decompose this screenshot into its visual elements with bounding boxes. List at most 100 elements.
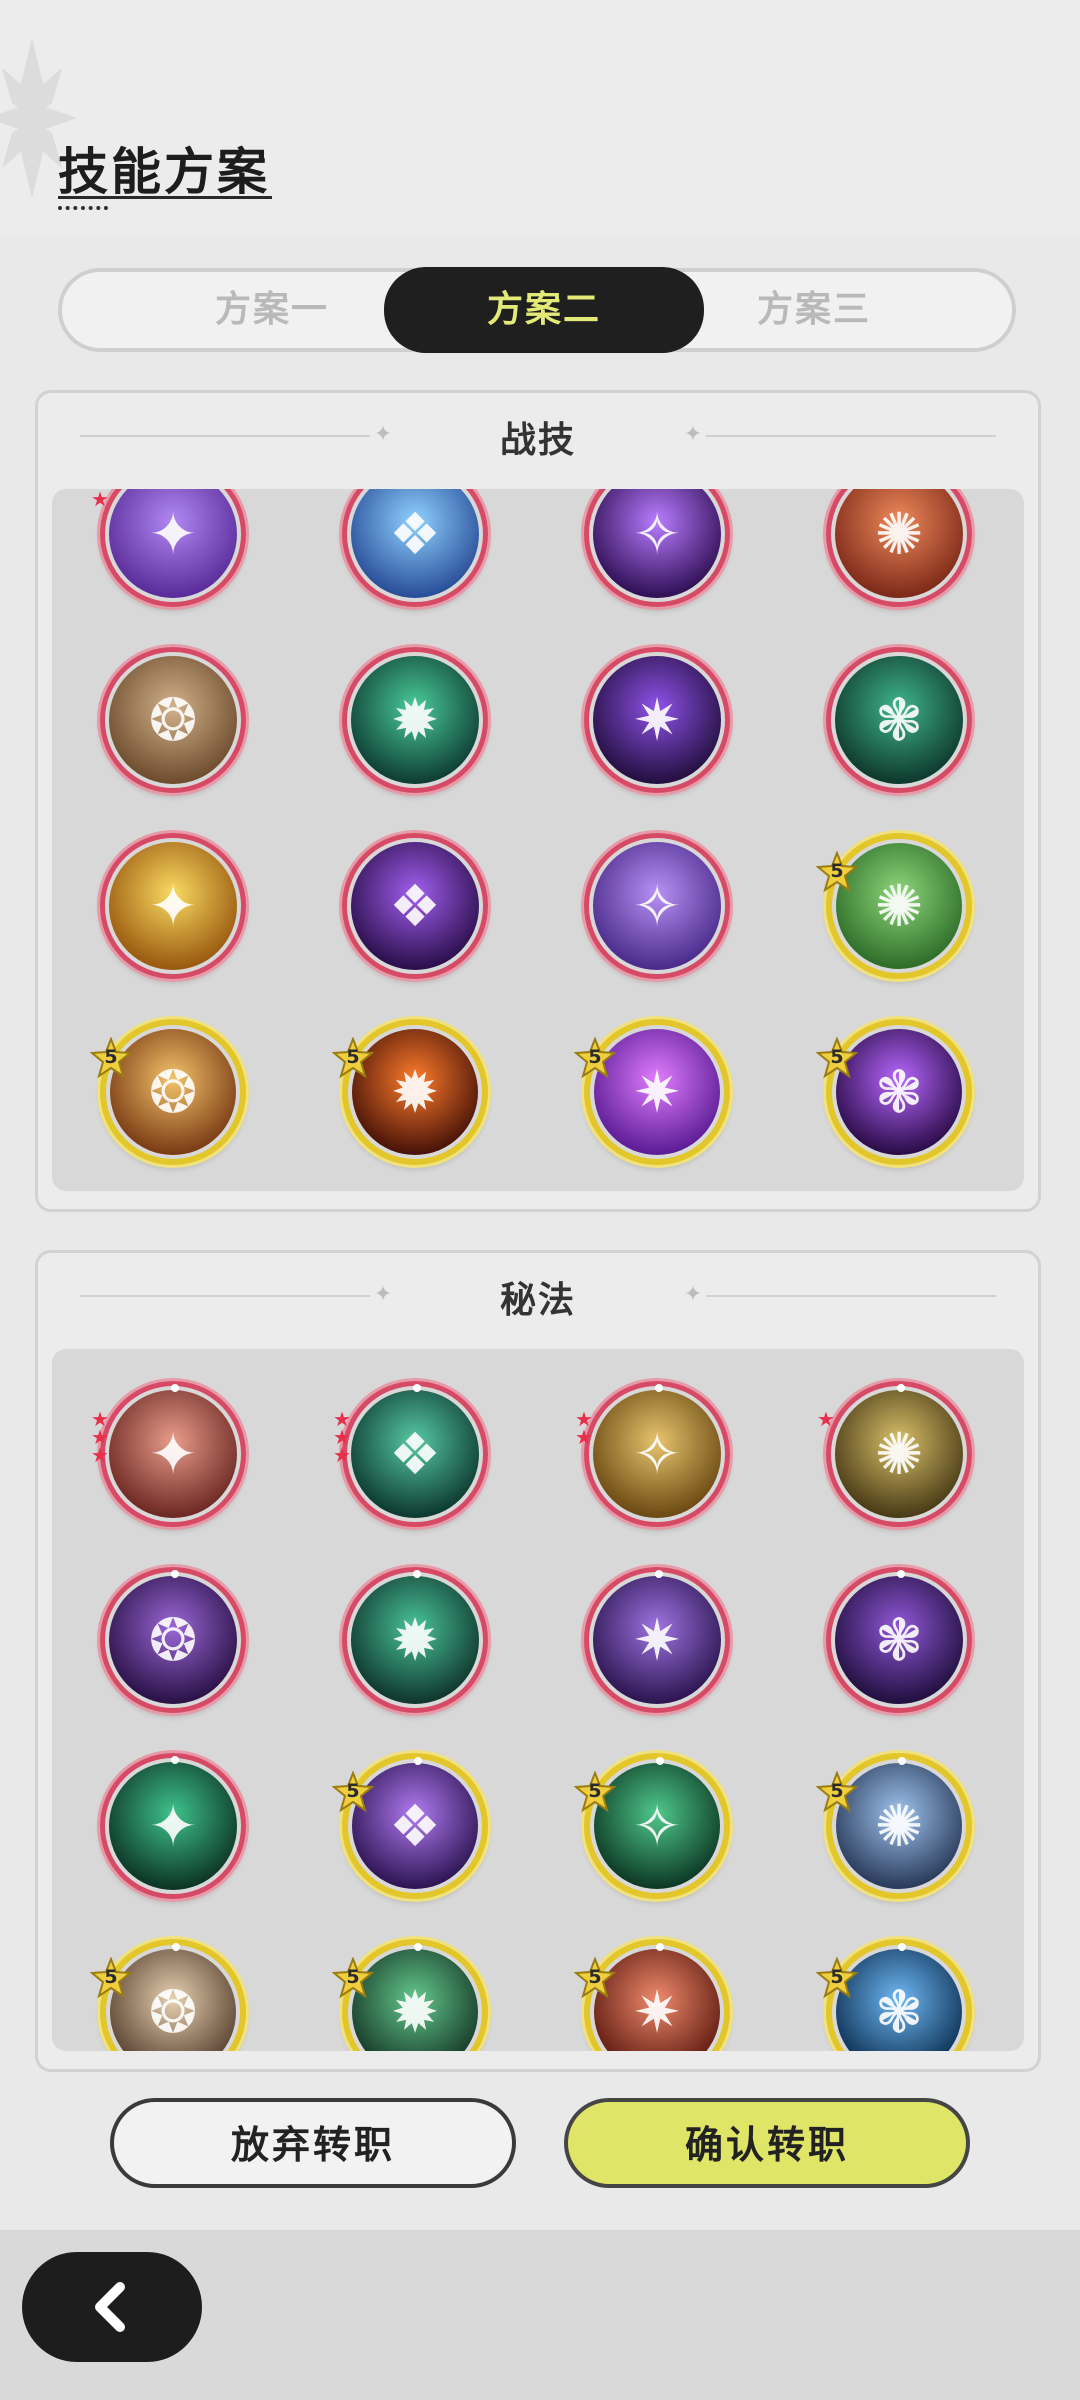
- back-button[interactable]: [22, 2252, 202, 2362]
- skill-slot[interactable]: ✹: [342, 647, 488, 793]
- abandon-job-change-button[interactable]: 放弃转职: [110, 2098, 516, 2188]
- frame-gem-icon: [172, 1943, 180, 1951]
- skill-slot[interactable]: ❂: [100, 647, 246, 793]
- arcane-sigil-icon: ✧: [593, 842, 721, 970]
- skill-slot[interactable]: ✺ 5: [815, 1753, 972, 1899]
- skill-slot[interactable]: ❖ ★ ★ ★: [333, 1381, 488, 1527]
- glyph-mark: ❖: [389, 1420, 441, 1488]
- crimson-wave-icon: ✦: [109, 1390, 237, 1518]
- skill-slot[interactable]: ✹ 5: [331, 1939, 488, 2051]
- star-rank-badge: 5: [815, 1770, 859, 1813]
- star-rank-number: 5: [346, 1966, 360, 1988]
- glyph-mark: ✦: [148, 872, 198, 940]
- frame-gem-icon: [413, 1570, 421, 1578]
- star-rank-badge: 5: [573, 1770, 617, 1813]
- ascend-figure-icon: ✷: [593, 1576, 721, 1704]
- fire-totem-icon: ✺: [835, 489, 963, 598]
- skill-slot[interactable]: ❂: [100, 1567, 246, 1713]
- skill-slot[interactable]: ❃: [826, 647, 972, 793]
- title-underline: [58, 196, 272, 199]
- skill-slot[interactable]: ❃ 5: [815, 1019, 972, 1165]
- skill-slot[interactable]: ✹ 5: [331, 1019, 488, 1165]
- star-rank-badge: 5: [815, 1956, 859, 1999]
- skill-slot[interactable]: ✦ ★ ★ ★: [91, 1381, 246, 1527]
- golden-cross-icon: ✦: [109, 842, 237, 970]
- glyph-mark: ✦: [148, 1420, 198, 1488]
- glyph-mark: ❂: [148, 686, 198, 754]
- skill-slot[interactable]: ✧ 5: [573, 1753, 730, 1899]
- glyph-mark: ❖: [389, 500, 441, 568]
- star-rank-number: 5: [588, 1966, 602, 1988]
- frame-gem-icon: [414, 1943, 422, 1951]
- sparkle-icon: ✦: [683, 422, 703, 447]
- frame-gem-icon: [414, 1757, 422, 1765]
- dark-eye-icon: ❖: [351, 842, 479, 970]
- frame-gem-icon: [171, 1756, 179, 1764]
- skill-slot[interactable]: ✧: [584, 489, 730, 607]
- frame-gem-icon: [897, 1570, 905, 1578]
- skill-slot[interactable]: ❖: [342, 489, 488, 607]
- panel-header: ✦ 秘法 ✦: [38, 1253, 1038, 1343]
- frame-gem-icon: [898, 1757, 906, 1765]
- skill-slot[interactable]: ✦ ★: [91, 489, 246, 607]
- skill-slot[interactable]: ❖: [342, 833, 488, 979]
- violet-mind-icon: ❂: [109, 1576, 237, 1704]
- star-rank-badge: 5: [331, 1956, 375, 1999]
- tab-plan-3[interactable]: 方案三: [654, 272, 974, 348]
- shadow-arm-icon: ❃: [835, 1576, 963, 1704]
- divider-line: [706, 435, 996, 437]
- void-vortex-icon: ✷: [593, 656, 721, 784]
- skill-slot[interactable]: ✷: [584, 647, 730, 793]
- skill-slot[interactable]: ❃ 5: [815, 1939, 972, 2051]
- star-rank-badge: 5: [815, 850, 859, 893]
- skill-slot[interactable]: ✺: [826, 489, 972, 607]
- combat-skill-grid[interactable]: ✦ ★ ❖ ✧ ✺ ❂ ✹ ✷ ❃ ✦ ❖ ✧ ✺ 5 ❂ 5 ✹ 5 ✷ 5 ❃ 5: [52, 489, 1024, 1191]
- skill-slot[interactable]: ✺ ★: [817, 1381, 972, 1527]
- skill-slot[interactable]: ✷ 5: [573, 1939, 730, 2051]
- star-rank-badge: 5: [573, 1956, 617, 1999]
- red-star-icon: ★: [91, 489, 109, 511]
- glyph-mark: ✷: [632, 686, 682, 754]
- skill-slot[interactable]: ❂ 5: [89, 1939, 246, 2051]
- frame-gem-icon: [898, 1943, 906, 1951]
- glyph-mark: ✦: [148, 500, 198, 568]
- upgrade-stars: ★ ★: [575, 1409, 599, 1449]
- skill-slot[interactable]: ❖ 5: [331, 1753, 488, 1899]
- plan-tab-bar: 方案一 方案二 方案三: [58, 267, 1016, 353]
- skill-slot[interactable]: ❂ 5: [89, 1019, 246, 1165]
- skill-slot[interactable]: ✷: [584, 1567, 730, 1713]
- skill-slot[interactable]: ✺ 5: [815, 833, 972, 979]
- skill-slot[interactable]: ✹: [342, 1567, 488, 1713]
- golden-prayer-icon: ✧: [593, 1390, 721, 1518]
- red-star-icon: ★: [91, 1443, 109, 1467]
- skill-slot[interactable]: ✧: [584, 833, 730, 979]
- red-star-icon: ★: [575, 1425, 593, 1449]
- star-rank-number: 5: [588, 1046, 602, 1068]
- arcane-skill-grid[interactable]: ✦ ★ ★ ★ ❖ ★ ★ ★ ✧ ★ ★ ✺ ★ ❂ ✹ ✷ ❃ ✦ ❖ 5 ✧ 5 ✺ 5 ❂ 5 ✹ 5 ✷ 5 ❃ 5: [52, 1349, 1024, 2051]
- glyph-mark: ✧: [632, 1420, 682, 1488]
- skill-slot[interactable]: ✧ ★ ★: [575, 1381, 730, 1527]
- upgrade-stars: ★: [817, 1409, 841, 1429]
- frame-gem-icon: [656, 1757, 664, 1765]
- skill-slot[interactable]: ❃: [826, 1567, 972, 1713]
- chevron-left-icon: [95, 2282, 125, 2332]
- title-dots: [58, 206, 108, 214]
- glyph-mark: ❃: [874, 1606, 924, 1674]
- skill-slot[interactable]: ✦: [100, 833, 246, 979]
- star-rank-number: 5: [830, 1966, 844, 1988]
- star-rank-badge: 5: [331, 1036, 375, 1079]
- glyph-mark: ✹: [390, 686, 440, 754]
- star-rank-badge: 5: [573, 1036, 617, 1079]
- skill-slot[interactable]: ✷ 5: [573, 1019, 730, 1165]
- confirm-job-change-button[interactable]: 确认转职: [564, 2098, 970, 2188]
- star-rank-badge: 5: [815, 1036, 859, 1079]
- rock-cards-icon: ❂: [109, 656, 237, 784]
- star-rank-badge: 5: [89, 1956, 133, 1999]
- star-rank-number: 5: [104, 1966, 118, 1988]
- star-rank-number: 5: [830, 1046, 844, 1068]
- frame-gem-icon: [897, 1384, 905, 1392]
- spirit-aura-icon: ✹: [351, 656, 479, 784]
- glyph-mark: ❖: [389, 872, 441, 940]
- frame-gem-icon: [171, 1570, 179, 1578]
- skill-slot[interactable]: ✦: [100, 1753, 246, 1899]
